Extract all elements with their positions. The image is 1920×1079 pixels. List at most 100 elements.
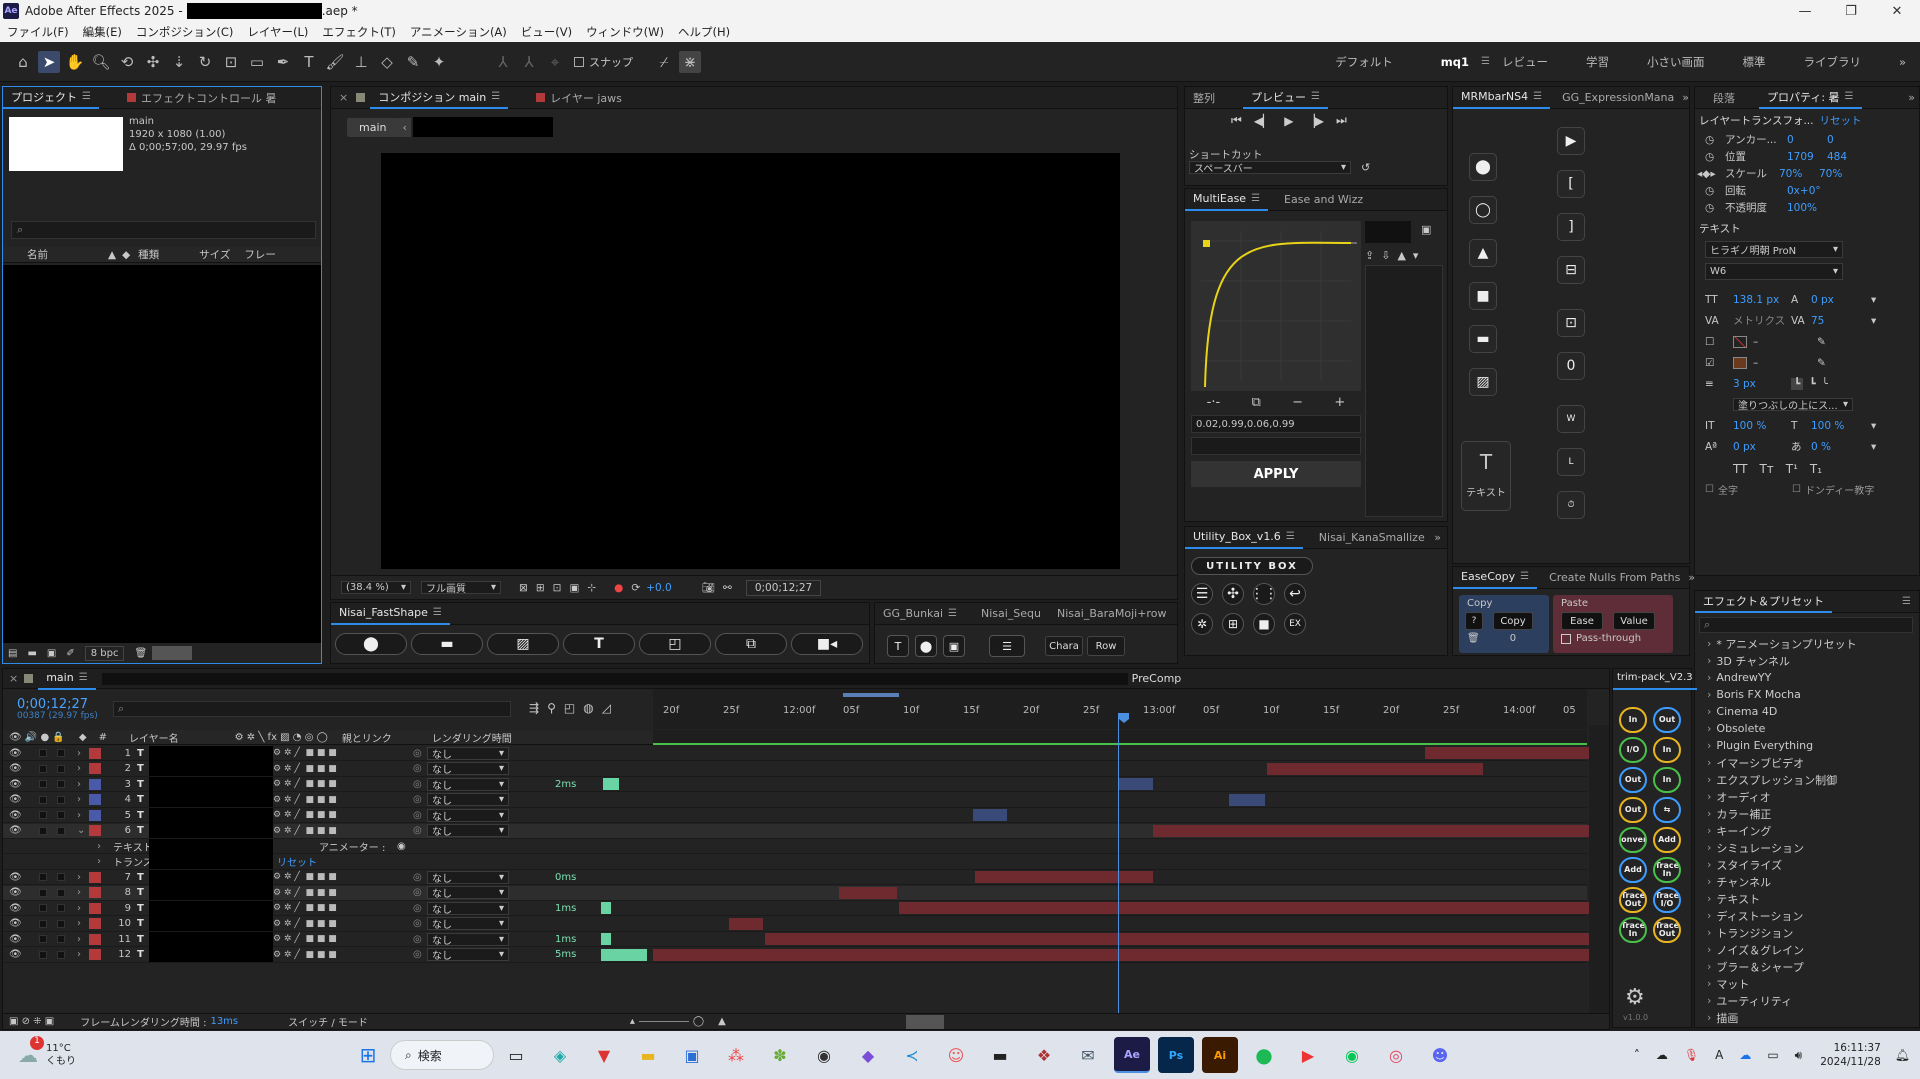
zoom-out-icon[interactable]: ▴: [630, 1016, 635, 1027]
effect-category[interactable]: スタイライズ: [1697, 856, 1911, 873]
solo-toggle[interactable]: [39, 873, 47, 881]
layer-switches[interactable]: ⚙ ✲ ╱ ■ ■ ■: [273, 826, 337, 836]
layer-duration-bar[interactable]: [729, 917, 763, 930]
ws-default[interactable]: デフォルト: [1323, 54, 1405, 70]
help-button[interactable]: ?: [1465, 612, 1483, 630]
type-tool-icon[interactable]: T: [298, 51, 320, 73]
stroke-width-value[interactable]: 3 px: [1733, 378, 1791, 390]
photoshop-icon[interactable]: Ps: [1158, 1037, 1194, 1073]
close-icon[interactable]: ✕: [1874, 0, 1920, 22]
trim-settings-gear-icon[interactable]: ⚙: [1625, 985, 1645, 1010]
layer-row[interactable]: 👁︎ › 12 T ⚙ ✲ ╱ ■ ■ ■ ◎ なし ▾ 5ms: [3, 947, 1589, 963]
line-icon[interactable]: ◉: [1334, 1037, 1370, 1073]
onedrive-icon[interactable]: ☁: [1739, 1048, 1751, 1062]
panel-menu-icon[interactable]: ☰: [79, 672, 88, 683]
layer-duration-bar[interactable]: [1119, 778, 1153, 790]
text-group-label[interactable]: テキスト: [113, 839, 153, 854]
col-frame[interactable]: フレー: [244, 247, 276, 262]
notifications-bell-icon[interactable]: 🔔︎: [1895, 1048, 1910, 1062]
animator-label[interactable]: アニメーター :: [319, 839, 385, 854]
save-preset-icon[interactable]: ▣: [1421, 223, 1431, 236]
ellipse-shape-icon[interactable]: ⬤: [335, 633, 407, 655]
effects-search-input[interactable]: ⌕: [1699, 617, 1913, 633]
home-icon[interactable]: ⌂: [12, 51, 34, 73]
stripe-icon[interactable]: ▨: [1469, 368, 1497, 396]
flip-icon[interactable]: -·-: [1207, 395, 1221, 410]
effect-category[interactable]: マット: [1697, 975, 1911, 992]
preset-list[interactable]: [1365, 265, 1443, 517]
ws-mq1[interactable]: mq1: [1405, 55, 1481, 69]
effect-category[interactable]: AndrewYY: [1697, 669, 1911, 686]
zoom-dropdown[interactable]: (38.4 %) ▾: [341, 581, 411, 594]
precomp-shape-icon[interactable]: ⧉: [715, 633, 787, 655]
rect-shape-icon[interactable]: ▬: [411, 633, 483, 655]
ligature-checkbox[interactable]: ☐: [1792, 484, 1801, 495]
circle-solid-icon[interactable]: ⬤: [1469, 153, 1497, 181]
exposure-value[interactable]: +0.0: [646, 582, 672, 594]
panel-menu-icon[interactable]: ☰: [948, 608, 957, 619]
layer-row[interactable]: 👁︎ › 11 T ⚙ ✲ ╱ ■ ■ ■ ◎ なし ▾ 1ms: [3, 931, 1589, 947]
circle-ring-icon[interactable]: ◯: [1469, 196, 1497, 224]
solo-toggle[interactable]: [39, 950, 47, 959]
zoom-tool-icon[interactable]: 🔍︎: [90, 51, 112, 73]
snap-toggle[interactable]: スナップ: [574, 54, 633, 70]
effect-category[interactable]: * アニメーションプリセット: [1697, 635, 1911, 652]
puppet-tool-icon[interactable]: ✦: [428, 51, 450, 73]
animator-add-icon[interactable]: ◉: [397, 841, 406, 852]
visibility-eye-icon[interactable]: 👁︎: [9, 825, 22, 836]
task-view-icon[interactable]: ▭: [498, 1037, 534, 1073]
effect-category[interactable]: Obsolete: [1697, 720, 1911, 737]
breadcrumb-main[interactable]: main: [347, 117, 399, 137]
graph-editor-icon[interactable]: ◿: [602, 701, 611, 715]
vscode-icon[interactable]: ≺: [894, 1037, 930, 1073]
transparency-grid-icon[interactable]: ⊞: [536, 582, 545, 594]
trim-button[interactable]: In: [1619, 707, 1647, 733]
ws-review[interactable]: レビュー: [1490, 54, 1560, 70]
ease-value-field[interactable]: 0.02,0.99,0.06,0.99: [1191, 415, 1361, 433]
loopout-icon[interactable]: L: [1557, 448, 1585, 476]
minus-icon[interactable]: −: [1292, 395, 1303, 410]
rectangle-icon[interactable]: ▬: [1469, 325, 1497, 353]
copilot-icon[interactable]: ◈: [542, 1037, 578, 1073]
reset-exposure-icon[interactable]: ⟳: [631, 582, 640, 594]
brush-tool-icon[interactable]: 🖌︎: [324, 51, 346, 73]
layer-row[interactable]: 👁︎ › 8 T ⚙ ✲ ╱ ■ ■ ■ ◎ なし ▾: [3, 885, 1587, 901]
current-time-display[interactable]: 0;00;12;27: [745, 579, 822, 596]
move-up-icon[interactable]: ▲: [1397, 249, 1405, 262]
chevron-down-icon[interactable]: ▾: [1871, 420, 1876, 432]
zoom-slider-thumb[interactable]: ◯: [693, 1016, 704, 1027]
curve-handle[interactable]: [1203, 240, 1210, 247]
trim-button[interactable]: In: [1653, 737, 1681, 763]
fill-checkbox[interactable]: ☐: [1705, 336, 1733, 348]
pickwhip-icon[interactable]: ◎: [413, 949, 422, 960]
layer-switches[interactable]: ⚙ ✲ ╱ ■ ■ ■: [273, 950, 337, 960]
timeline-vscroll[interactable]: [1589, 725, 1609, 1013]
all-caps-checkbox[interactable]: ☐: [1705, 484, 1714, 495]
grid-guides-icon[interactable]: ⊹: [587, 582, 596, 594]
parent-dropdown[interactable]: なし ▾: [427, 901, 509, 916]
recorder-icon[interactable]: ▶: [1290, 1037, 1326, 1073]
hatch-shape-icon[interactable]: ▨: [487, 633, 559, 655]
spotify-icon[interactable]: ●: [1246, 1037, 1282, 1073]
expand-chevron-icon[interactable]: ›: [77, 810, 81, 821]
sequence-icon[interactable]: ☰: [989, 635, 1025, 657]
superscript-icon[interactable]: T¹: [1786, 462, 1798, 476]
expression-icon[interactable]: EX: [1284, 613, 1306, 635]
baseline-value[interactable]: 0 px: [1733, 441, 1791, 453]
lock-toggle[interactable]: [57, 811, 65, 819]
lock-toggle[interactable]: [57, 888, 65, 897]
layer-duration-bar[interactable]: [973, 809, 1007, 821]
reset-shortcut-icon[interactable]: ↺: [1361, 161, 1370, 174]
app-face-icon[interactable]: ☺: [938, 1037, 974, 1073]
effect-category[interactable]: ブラー＆シャープ: [1697, 958, 1911, 975]
sort-icon[interactable]: ▲: [108, 249, 116, 261]
after-effects-taskbar-icon[interactable]: Ae: [1114, 1037, 1150, 1073]
weather-widget[interactable]: ☁ 1 11°C くもり: [18, 1036, 76, 1068]
layer-label-color[interactable]: [89, 887, 101, 898]
layer-label-color[interactable]: [89, 871, 101, 883]
project-list[interactable]: [3, 265, 321, 643]
panel-menu-icon[interactable]: ☰: [491, 91, 500, 102]
snapshot-icon[interactable]: 📷︎: [702, 581, 715, 594]
menu-view[interactable]: ビュー(V): [514, 24, 579, 40]
menu-effect[interactable]: エフェクト(T): [315, 24, 403, 40]
